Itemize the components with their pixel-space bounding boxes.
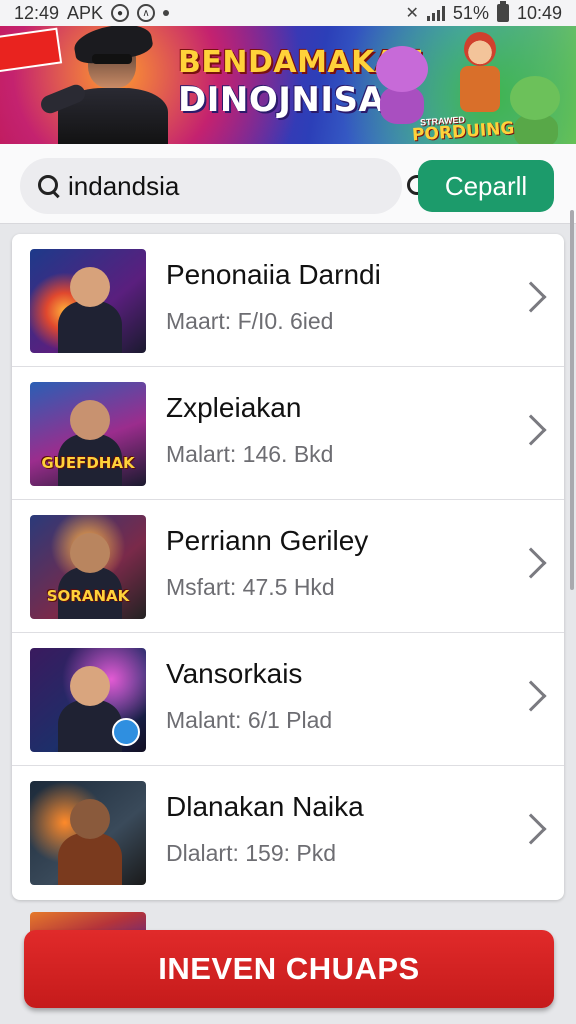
app-thumbnail (30, 648, 146, 752)
search-box[interactable] (20, 158, 427, 214)
chevron-right-icon[interactable] (515, 414, 547, 446)
list-item[interactable]: Penonaiia Darndi Maart: F/I0. 6ied (12, 234, 564, 367)
list-item[interactable]: GUEFDHAK Zxpleiakan Malart: 146. Bkd (12, 367, 564, 500)
hero-character-image (38, 26, 170, 144)
app-thumbnail (30, 249, 146, 353)
status-bar: 12:49 APK ● ∧ ✕ 51% 10:49 (0, 0, 576, 26)
app-meta: Malant: 6/1 Plad (166, 706, 333, 733)
search-row: Ceparll (0, 144, 576, 224)
bottom-action-button[interactable]: INEVEN CHUAPS (24, 930, 554, 1008)
app-name: Zxpleiakan (166, 392, 302, 423)
app-thumbnail (30, 781, 146, 885)
app-thumbnail: GUEFDHAK (30, 382, 146, 486)
scrollbar[interactable] (570, 210, 574, 590)
pig-mascot-image (370, 46, 432, 124)
app-meta: Dlalart: 159: Pkd (166, 839, 337, 866)
app-name: Vansorkais (166, 658, 303, 689)
app-icon: ∧ (137, 4, 156, 22)
search-input[interactable] (64, 170, 403, 202)
chevron-right-icon[interactable] (515, 547, 547, 579)
promo-banner[interactable]: BENDAMAKAN DINOJNISA STRAWED PORDUING (0, 26, 576, 144)
status-app-label: APK (67, 2, 104, 23)
dot-icon (163, 10, 170, 16)
thumbnail-caption: GUEFDHAK (41, 454, 135, 472)
app-name: Dlanakan Naika (166, 791, 364, 822)
list-item[interactable]: Dlanakan Naika Dlalart: 159: Pkd (12, 766, 564, 899)
status-time: 12:49 (14, 2, 60, 23)
battery-icon (496, 1, 509, 22)
app-meta: Malart: 146. Bkd (166, 440, 334, 467)
app-meta: Maart: F/I0. 6ied (166, 307, 334, 334)
battery-percent: 51% (452, 2, 489, 23)
signal-icon (426, 5, 445, 21)
chevron-right-icon[interactable] (515, 813, 547, 845)
chevron-right-icon[interactable] (515, 680, 547, 712)
list-item[interactable]: SORANAK Perriann Geriley Msfart: 47.5 Hk… (12, 500, 564, 633)
search-icon (34, 171, 64, 201)
app-name: Penonaiia Darndi (166, 259, 381, 290)
verified-badge-icon (112, 718, 140, 746)
app-list: Penonaiia Darndi Maart: F/I0. 6ied GUEFD… (12, 234, 564, 900)
thumbnail-caption: SORANAK (46, 587, 130, 605)
app-name: Perriann Geriley (166, 525, 369, 556)
chevron-right-icon[interactable] (515, 281, 547, 313)
status-clock-right: 10:49 (516, 2, 562, 23)
app-thumbnail: SORANAK (30, 515, 146, 619)
search-button[interactable]: Ceparll (418, 160, 554, 212)
mute-icon: ✕ (405, 5, 419, 22)
list-item[interactable]: Vansorkais Malant: 6/1 Plad (12, 633, 564, 766)
app-meta: Msfart: 47.5 Hkd (166, 573, 335, 600)
camera-icon: ● (111, 4, 130, 22)
